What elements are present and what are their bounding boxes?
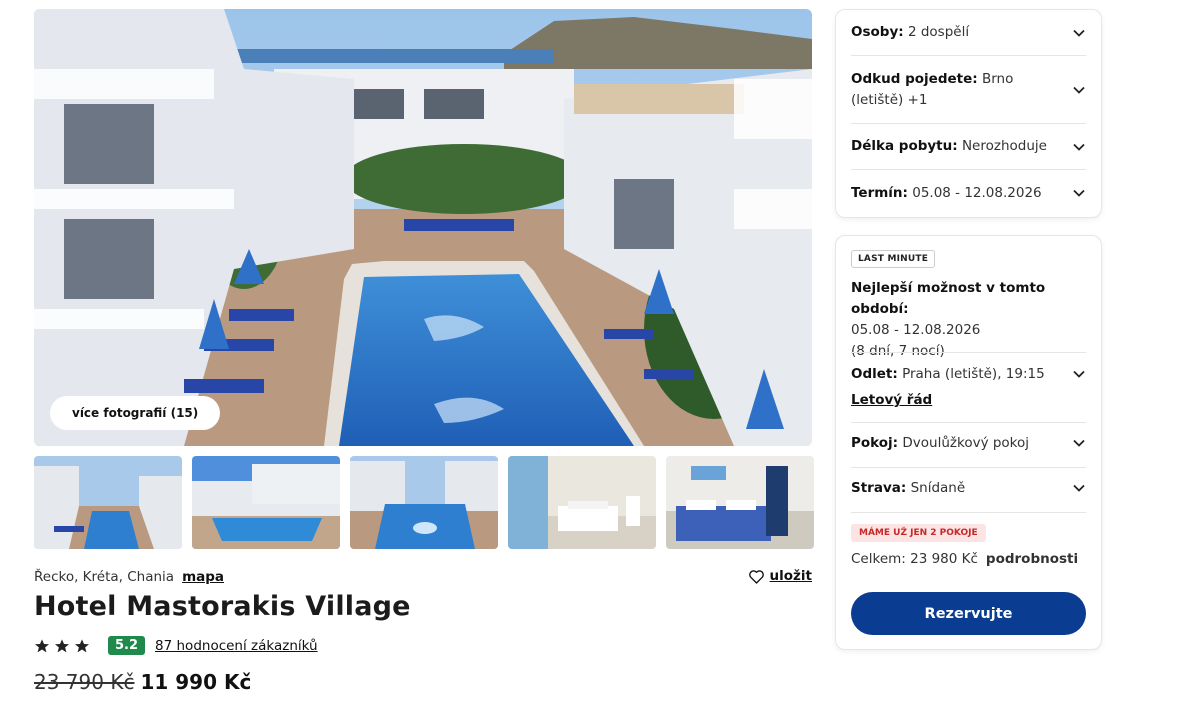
new-price: 11 990 Kč [140, 670, 252, 694]
flight-departure-value: Praha (letiště), 19:15 [902, 366, 1045, 382]
hotel-pool-photo [34, 9, 812, 446]
best-option: Nejlepší možnost v tomto období: 05.08 -… [851, 278, 1101, 362]
main-photo[interactable]: více fotografií (15) [34, 9, 812, 446]
term-selector[interactable]: Termín: 05.08 - 12.08.2026 [851, 170, 1086, 216]
board-value: Snídaně [910, 480, 966, 496]
thumbnail-1[interactable] [34, 456, 182, 549]
thumbnail-3[interactable] [350, 456, 498, 549]
map-link[interactable]: mapa [182, 569, 224, 585]
board-label: Strava: [851, 480, 907, 496]
divider [851, 512, 1086, 513]
old-price: 23 790 Kč [34, 670, 135, 694]
departure-value: Brno [981, 70, 1014, 87]
location: Řecko, Kréta, Chania mapa [34, 569, 224, 585]
offer-card: LAST MINUTE Nejlepší možnost v tomto obd… [835, 235, 1102, 650]
thumbnail-5[interactable] [666, 456, 814, 549]
details-link[interactable]: podrobnosti [986, 551, 1078, 567]
length-value: Nerozhoduje [961, 138, 1047, 154]
best-option-dates: 05.08 - 12.08.2026 [851, 322, 981, 338]
flight-schedule-link[interactable]: Letový řád [851, 392, 932, 408]
hotel-name: Hotel Mastorakis Village [34, 591, 411, 622]
room-value: Dvoulůžkový pokoj [902, 435, 1030, 451]
total-price-label: Celkem: 23 980 Kč [851, 551, 978, 567]
chevron-down-icon [1073, 189, 1085, 197]
best-option-title: Nejlepší možnost v tomto období: [851, 280, 1046, 317]
flight-departure-label: Odlet: [851, 366, 898, 382]
departure-row[interactable]: Odlet: Praha (letiště), 19:15 [851, 366, 1086, 382]
thumbnail-4[interactable] [508, 456, 656, 549]
star-icon [75, 638, 89, 652]
chevron-down-icon [1073, 29, 1085, 37]
chevron-down-icon [1073, 484, 1085, 492]
star-icon [55, 638, 69, 652]
divider [851, 422, 1086, 423]
term-value: 05.08 - 12.08.2026 [912, 184, 1042, 201]
length-selector[interactable]: Délka pobytu: Nerozhoduje [851, 124, 1086, 170]
save-button[interactable]: uložit [748, 568, 812, 584]
book-button[interactable]: Rezervujte [851, 592, 1086, 635]
persons-label: Osoby: [851, 24, 904, 40]
term-label: Termín: [851, 184, 908, 201]
thumbnail-strip [34, 456, 814, 549]
save-label: uložit [769, 568, 812, 584]
rating-row: 5.2 87 hodnocení zákazníků [34, 636, 318, 655]
chevron-down-icon [1073, 439, 1085, 447]
rooms-left-badge: MÁME UŽ JEN 2 POKOJE [851, 524, 986, 542]
chevron-down-icon [1073, 143, 1085, 151]
total-price: Celkem: 23 980 Kč podrobnosti [851, 551, 1078, 567]
room-selector[interactable]: Pokoj: Dvoulůžkový pokoj [851, 435, 1086, 451]
departure-selector[interactable]: Odkud pojedete: Brno (letiště) +1 [851, 56, 1086, 124]
departure-label: Odkud pojedete: [851, 70, 978, 87]
reviews-link[interactable]: 87 hodnocení zákazníků [155, 638, 318, 654]
room-label: Pokoj: [851, 435, 899, 451]
score-badge: 5.2 [108, 636, 146, 655]
thumbnail-2[interactable] [192, 456, 340, 549]
star-icon [35, 638, 49, 652]
more-photos-button[interactable]: více fotografií (15) [50, 396, 221, 430]
best-option-nights: (8 dní, 7 nocí) [851, 343, 945, 359]
departure-value-extra: (letiště) +1 [851, 91, 928, 108]
divider [851, 467, 1086, 468]
price-row: 23 790 Kč 11 990 Kč [34, 670, 251, 694]
persons-value: 2 dospělí [907, 24, 970, 40]
search-parameters-card: Osoby: 2 dospělí Odkud pojedete: Brno (le… [835, 9, 1102, 218]
chevron-down-icon [1073, 86, 1085, 94]
length-label: Délka pobytu: [851, 138, 958, 154]
board-selector[interactable]: Strava: Snídaně [851, 480, 1086, 496]
persons-selector[interactable]: Osoby: 2 dospělí [851, 10, 1086, 56]
chevron-down-icon [1073, 370, 1085, 378]
location-text: Řecko, Kréta, Chania [34, 569, 175, 585]
heart-icon [748, 569, 764, 584]
divider [851, 352, 1086, 353]
last-minute-badge: LAST MINUTE [851, 250, 936, 268]
